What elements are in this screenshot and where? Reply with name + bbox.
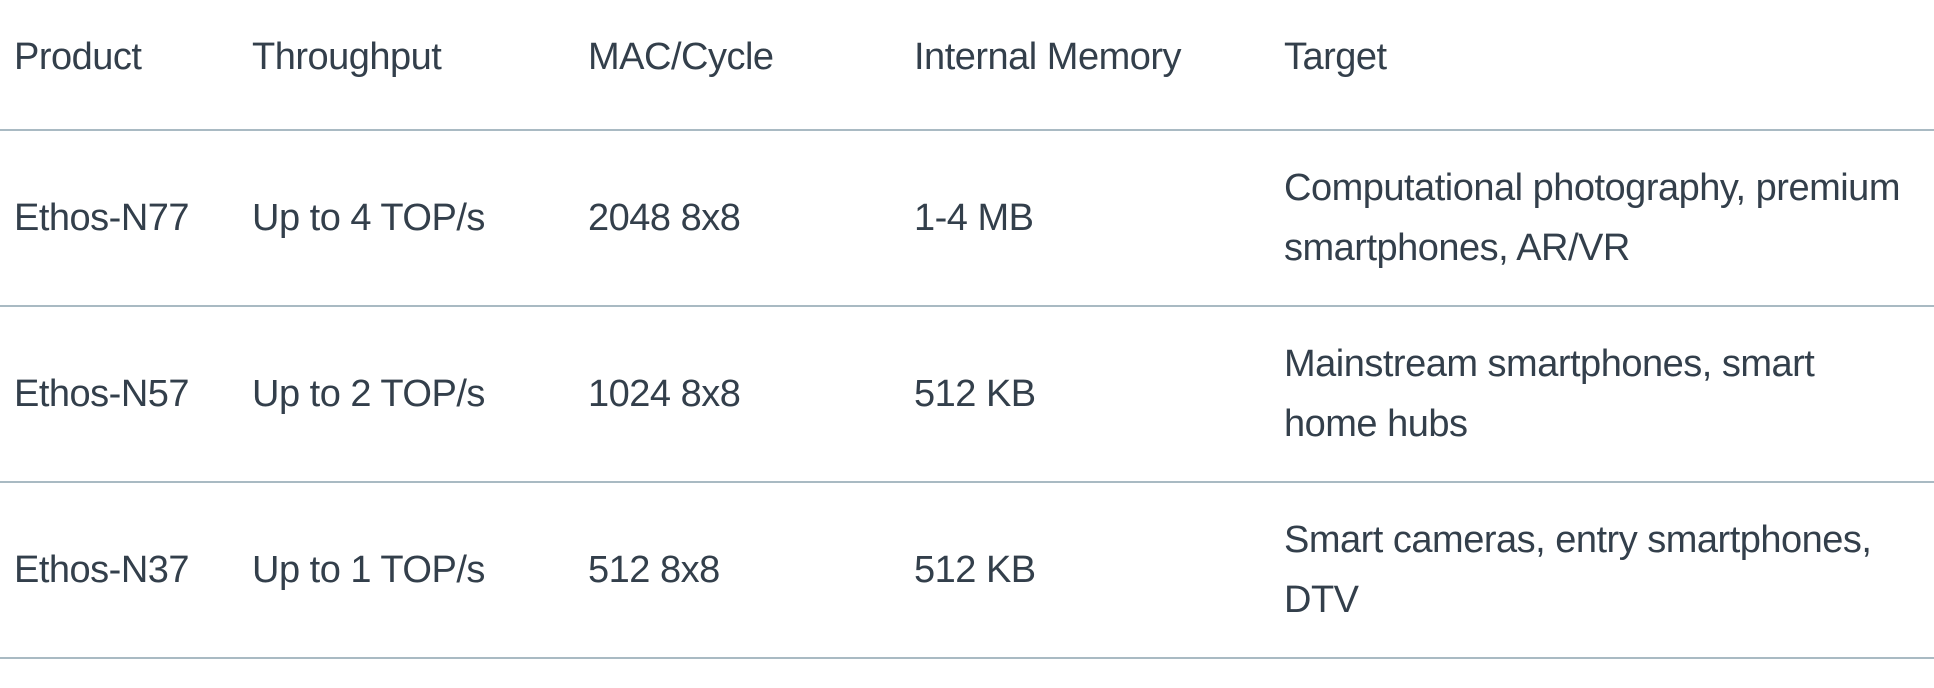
cell-internal-memory: 512 KB xyxy=(914,548,1036,591)
cell-product: Ethos-N57 xyxy=(14,372,190,415)
header-mac-cycle: MAC/Cycle xyxy=(588,36,774,78)
table-row: Ethos-N77 Up to 4 TOP/s 2048 8x8 1-4 MB … xyxy=(0,130,1934,306)
table-row: Ethos-N57 Up to 2 TOP/s 1024 8x8 512 KB … xyxy=(0,306,1934,482)
header-target: Target xyxy=(1284,36,1387,78)
cell-internal-memory: 1-4 MB xyxy=(914,196,1034,239)
cell-mac-cycle: 512 8x8 xyxy=(588,548,720,591)
header-product: Product xyxy=(14,36,142,78)
cell-throughput: Up to 4 TOP/s xyxy=(252,196,485,239)
table-header-row: Product Throughput MAC/Cycle Internal Me… xyxy=(0,0,1934,130)
cell-throughput: Up to 2 TOP/s xyxy=(252,372,485,415)
header-internal-memory: Internal Memory xyxy=(914,36,1182,78)
cell-mac-cycle: 1024 8x8 xyxy=(588,372,741,415)
cell-target: Mainstream smartphones, smart home hubs xyxy=(1284,343,1815,445)
product-comparison-table: Product Throughput MAC/Cycle Internal Me… xyxy=(0,0,1934,659)
cell-target: Smart cameras, entry smartphones, DTV xyxy=(1284,519,1872,621)
cell-target: Computational photography, premium smart… xyxy=(1284,167,1900,269)
cell-throughput: Up to 1 TOP/s xyxy=(252,548,485,591)
cell-product: Ethos-N37 xyxy=(14,548,190,591)
cell-mac-cycle: 2048 8x8 xyxy=(588,196,741,239)
cell-product: Ethos-N77 xyxy=(14,196,190,239)
header-throughput: Throughput xyxy=(252,36,442,78)
cell-internal-memory: 512 KB xyxy=(914,372,1036,415)
table-row: Ethos-N37 Up to 1 TOP/s 512 8x8 512 KB S… xyxy=(0,482,1934,658)
